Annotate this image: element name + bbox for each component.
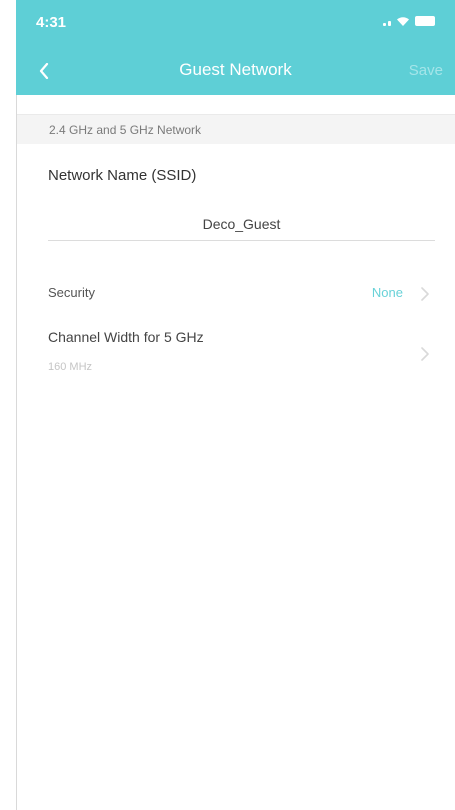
left-edge-divider bbox=[16, 95, 17, 810]
ssid-input[interactable]: Deco_Guest bbox=[48, 216, 435, 232]
section-header-label: 2.4 GHz and 5 GHz Network bbox=[49, 123, 202, 137]
status-time: 4:31 bbox=[36, 14, 67, 31]
channel-width-label[interactable]: Channel Width for 5 GHz bbox=[48, 329, 204, 345]
battery-icon bbox=[415, 16, 435, 26]
ssid-input-underline bbox=[48, 240, 435, 241]
channel-width-chevron-right-icon[interactable] bbox=[420, 347, 430, 361]
status-icons bbox=[383, 16, 435, 26]
security-value[interactable]: None bbox=[372, 285, 403, 300]
ssid-label: Network Name (SSID) bbox=[48, 167, 197, 184]
nav-header bbox=[16, 0, 455, 95]
save-button[interactable]: Save bbox=[409, 62, 443, 79]
wifi-icon bbox=[397, 17, 409, 26]
channel-width-value: 160 MHz bbox=[48, 361, 93, 373]
cellular-signal-icon bbox=[383, 16, 391, 26]
section-header: 2.4 GHz and 5 GHz Network bbox=[17, 114, 455, 144]
security-label[interactable]: Security bbox=[48, 285, 95, 300]
page-title: Guest Network bbox=[179, 60, 292, 79]
screen: 4:31 Guest Network Save 2.4 GHz and 5 GH… bbox=[0, 0, 455, 810]
security-chevron-right-icon[interactable] bbox=[420, 287, 430, 301]
